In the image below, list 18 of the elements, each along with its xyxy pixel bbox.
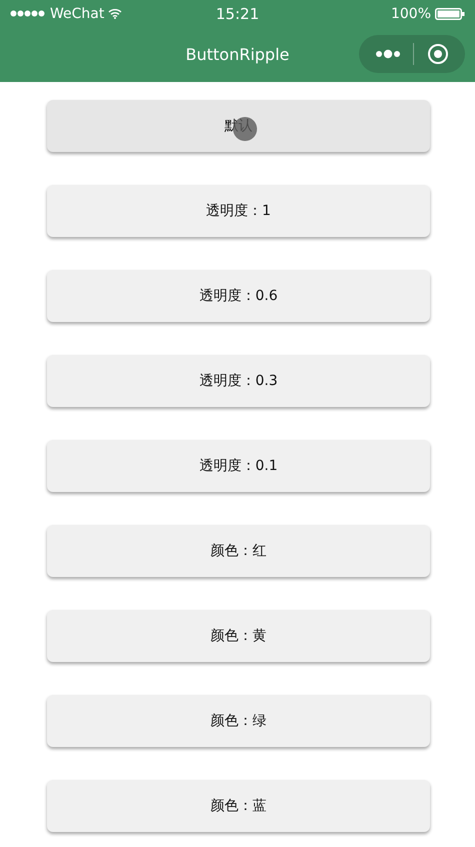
wifi-icon xyxy=(108,8,122,19)
signal-icon xyxy=(10,10,46,17)
ripple-button[interactable]: 透明度：0.6 xyxy=(47,270,430,322)
clock-time: 15:21 xyxy=(216,4,260,22)
ripple-button[interactable]: 透明度：1 xyxy=(47,185,430,237)
page-title: ButtonRipple xyxy=(186,45,290,64)
carrier-name: WeChat xyxy=(50,6,104,22)
ripple-button[interactable]: 透明度：0.3 xyxy=(47,355,430,407)
ripple-button[interactable]: 透明度：0.1 xyxy=(47,440,430,492)
ripple-button[interactable]: 颜色：蓝 xyxy=(47,780,430,832)
ripple-button[interactable]: 颜色：绿 xyxy=(47,695,430,747)
battery-icon xyxy=(435,8,465,20)
close-icon[interactable] xyxy=(426,43,449,65)
capsule-menu[interactable] xyxy=(359,35,465,73)
battery-percent: 100% xyxy=(390,6,431,22)
ripple-button[interactable]: 颜色：红 xyxy=(47,525,430,577)
ripple-button[interactable]: 颜色：黄 xyxy=(47,610,430,662)
more-icon[interactable] xyxy=(375,49,402,59)
